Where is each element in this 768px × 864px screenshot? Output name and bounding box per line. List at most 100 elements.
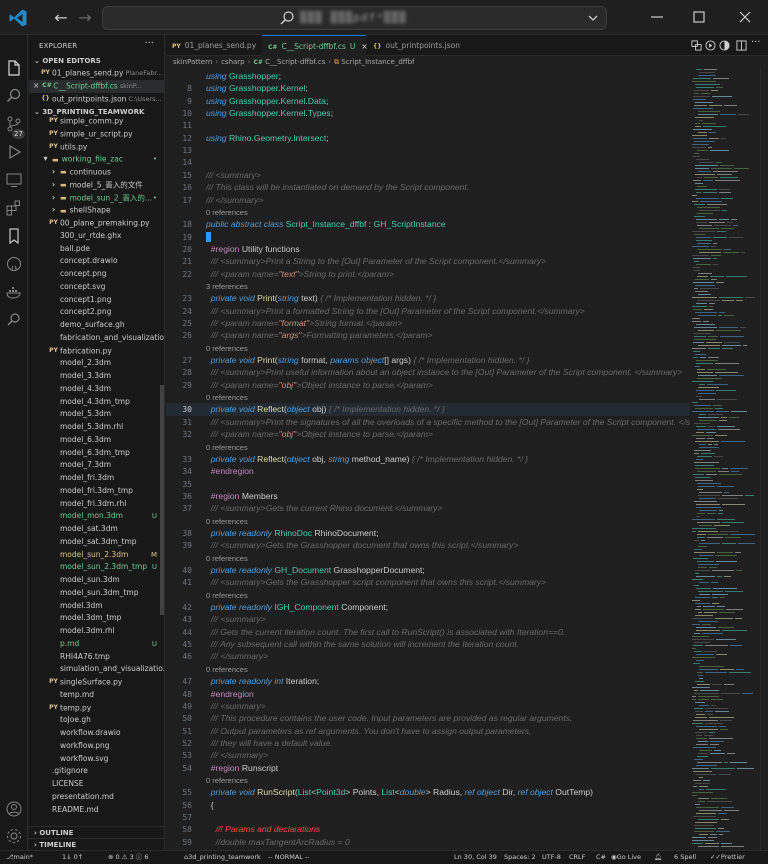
outline-header[interactable]: › OUTLINE <box>29 826 164 838</box>
code-line[interactable]: /// <param name="obj">Object instance to… <box>206 380 433 390</box>
file-item[interactable]: workflow.drawio <box>29 727 164 740</box>
file-item[interactable]: model_4.3dm <box>29 383 164 396</box>
code-line[interactable]: /// This class will be instantiated on d… <box>206 182 469 192</box>
file-item[interactable]: model_4.3dm_tmp <box>29 396 164 409</box>
code-lens-references[interactable]: 0 references <box>206 393 248 402</box>
code-line[interactable]: /// <summary> <box>206 614 266 624</box>
file-item[interactable]: model_fri.3dm_tmp <box>29 485 164 498</box>
compare-changes-icon[interactable] <box>691 40 702 51</box>
file-item[interactable]: .gitignore <box>29 765 164 778</box>
code-line[interactable]: /// <summary> <box>206 701 266 711</box>
code-lens-references[interactable]: 0 references <box>206 344 248 353</box>
timeline-header[interactable]: › TIMELINE <box>29 838 164 850</box>
search-icon[interactable] <box>5 87 23 105</box>
files-icon[interactable] <box>5 59 23 77</box>
code-line[interactable]: /// This procedure contains the user cod… <box>206 713 573 723</box>
bookmark-icon[interactable] <box>5 227 23 245</box>
code-line[interactable]: /// <summary>Gets the Grasshopper script… <box>206 577 546 587</box>
file-item[interactable]: PY simple_ur_script.py <box>29 128 164 141</box>
code-line[interactable]: using Rhino.Geometry.Intersect; <box>206 133 329 143</box>
back-arrow-icon[interactable]: ← <box>52 9 70 27</box>
code-line[interactable]: /// </summary> <box>206 651 268 661</box>
folder-item[interactable]: › ▬ shellShape <box>29 204 164 217</box>
code-line[interactable]: /// <param name="format">String format.<… <box>206 318 403 328</box>
folder-item[interactable]: › ▬ model_sun_2_晋入的... • <box>29 192 164 205</box>
file-item[interactable]: LICENSE <box>29 778 164 791</box>
chevron-down-icon[interactable] <box>586 11 600 25</box>
settings-gear-icon[interactable] <box>5 827 23 845</box>
breadcrumb-item[interactable]: csharp <box>221 58 245 66</box>
code-line[interactable]: /// Any subsequent call within the same … <box>206 639 519 649</box>
minimize-icon[interactable] <box>648 8 666 26</box>
breadcrumb-item[interactable]: Script_Instance_dffbf <box>341 58 414 66</box>
go-live-button[interactable]: ◉ Go Live <box>611 851 641 864</box>
file-item[interactable]: concept.svg <box>29 281 164 294</box>
code-line[interactable]: /// <param name="obj">Object instance to… <box>206 429 433 439</box>
tab-out-printpoints[interactable]: {} out_printpoints.json <box>367 35 467 56</box>
code-line[interactable]: /// <summary>Print a formatted String to… <box>206 306 585 316</box>
file-item[interactable]: model_5.3dm.rhl <box>29 421 164 434</box>
code-line[interactable]: /// <summary>Print useful information ab… <box>206 367 682 377</box>
code-line[interactable]: /// <summary>Print the signatures of all… <box>206 417 690 427</box>
code-line[interactable]: { <box>206 800 214 810</box>
folder-item[interactable]: › ▬ continuous <box>29 166 164 179</box>
code-line[interactable]: #endregion <box>206 689 254 699</box>
code-line[interactable]: /// <summary>Gets the Grasshopper docume… <box>206 540 519 550</box>
code-line[interactable]: //double maxTangentArcRadius = 0 <box>206 837 350 847</box>
file-item[interactable]: model_fri.3dm <box>29 472 164 485</box>
file-item[interactable]: PY fabrication.py <box>29 345 164 358</box>
folder-item[interactable]: › ▬ model_5_晋入的文件 <box>29 179 164 192</box>
code-line[interactable]: /// </summary> <box>206 195 263 205</box>
file-item[interactable]: model_3.3dm <box>29 370 164 383</box>
tab-c-script[interactable]: C# C__Script-dffbf.cs U × <box>262 35 368 56</box>
folder-item[interactable]: ▾ ▬ working_file_zac • <box>29 153 164 166</box>
run-code-icon[interactable] <box>705 40 716 51</box>
code-line[interactable]: #region Runscript <box>206 763 278 773</box>
account-icon[interactable] <box>5 800 23 818</box>
code-lens-references[interactable]: 0 references <box>206 208 248 217</box>
tab-01-planes-send[interactable]: PY 01_planes_send.py <box>166 35 261 56</box>
file-item[interactable]: model_sun.3dm_tmp <box>29 587 164 600</box>
code-line[interactable]: private void Print(string format, params… <box>206 355 530 365</box>
code-line[interactable]: using Grasshopper; <box>206 71 281 81</box>
workspace-name[interactable]: ⌂ 3d_printing_teamwork <box>184 851 261 864</box>
breadcrumb-item[interactable]: C__Script-dffbf.cs <box>265 58 325 66</box>
code-line[interactable]: /// <summary>Print a String to the [Out]… <box>206 256 546 266</box>
file-item[interactable]: model_2.3dm <box>29 357 164 370</box>
code-lens-references[interactable]: 0 references <box>206 517 248 526</box>
file-item[interactable]: p.md U <box>29 638 164 651</box>
code-lens-references[interactable]: 0 references <box>206 591 248 600</box>
editor-scrollbar[interactable] <box>760 69 768 850</box>
problems-indicator[interactable]: ⊗ 0 ⚠ 3 ⓘ 6 <box>108 851 149 864</box>
extensions-icon[interactable] <box>5 199 23 217</box>
close-window-icon[interactable] <box>736 8 754 26</box>
code-line[interactable]: private readonly GH_Document Grasshopper… <box>206 565 425 575</box>
code-line[interactable]: using Grasshopper.Kernel.Types; <box>206 108 333 118</box>
split-editor-icon[interactable] <box>736 40 747 51</box>
sidebar-scrollbar[interactable] <box>160 385 164 615</box>
open-editor-item[interactable]: PY 01_planes_send.py PlaneFabr... <box>29 67 164 80</box>
more-tab-actions-icon[interactable]: ··· <box>751 37 762 48</box>
file-item[interactable]: concept.png <box>29 268 164 281</box>
file-item[interactable]: model_6.3dm <box>29 434 164 447</box>
file-item[interactable]: model.3dm_tmp <box>29 612 164 625</box>
file-item[interactable]: README.md <box>29 804 164 817</box>
branch-indicator[interactable]: ⎇ main* <box>6 851 33 864</box>
file-item[interactable]: workflow.png <box>29 740 164 753</box>
remote-explorer-icon[interactable] <box>5 171 23 189</box>
indentation[interactable]: Spaces: 2 <box>504 851 536 864</box>
more-actions-icon[interactable]: ··· <box>144 38 154 49</box>
code-line[interactable]: private void Print(string text) { /* Imp… <box>206 293 437 303</box>
search-tree-icon[interactable] <box>5 311 23 329</box>
file-item[interactable]: model_sat.3dm <box>29 523 164 536</box>
code-line[interactable]: private void RunScript(List<Point3d> Poi… <box>206 787 593 797</box>
file-item[interactable]: model_sun.3dm <box>29 574 164 587</box>
file-item[interactable]: demo_surface.gh <box>29 319 164 332</box>
file-item[interactable]: ball.pde <box>29 243 164 256</box>
code-editor[interactable]: using Grasshopper; 8 using Grasshopper.Ker… <box>166 69 690 850</box>
cursor-position[interactable]: Ln 30, Col 39 <box>454 851 497 864</box>
code-lens-references[interactable]: 3 references <box>206 282 248 291</box>
file-item[interactable]: 300_ur_rtde.ghx <box>29 230 164 243</box>
forward-arrow-icon[interactable]: → <box>76 9 94 27</box>
close-editor-icon[interactable]: × <box>33 81 39 90</box>
